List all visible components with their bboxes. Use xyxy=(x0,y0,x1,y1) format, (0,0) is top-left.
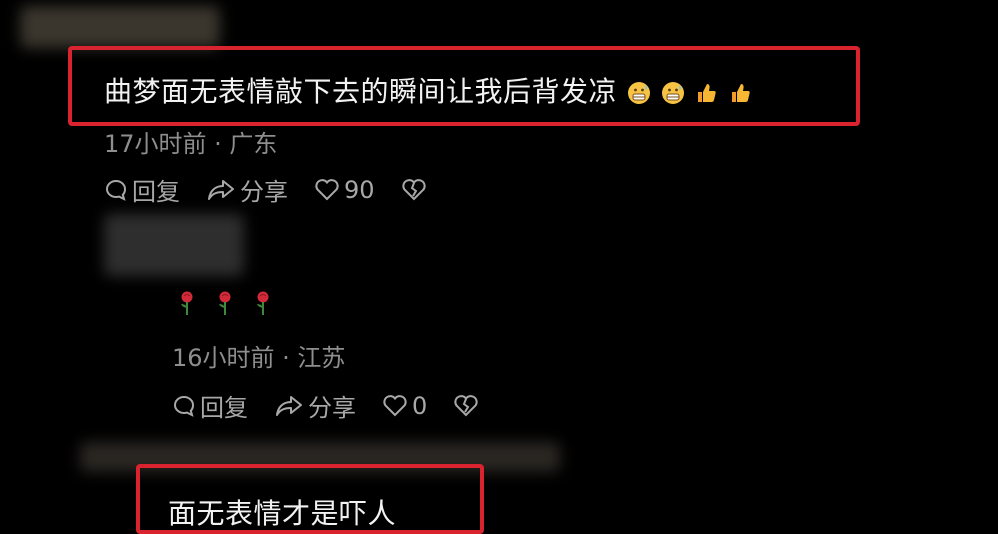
rose-emoji xyxy=(257,291,269,315)
reply-label: 回复 xyxy=(200,394,248,422)
reply-label: 回复 xyxy=(132,178,180,206)
comment-meta-2: 16小时前 · 江苏 xyxy=(172,344,346,372)
heart-icon xyxy=(315,178,339,200)
dislike-button[interactable] xyxy=(453,394,483,418)
share-button[interactable]: 分享 xyxy=(206,172,288,207)
speech-bubble-icon xyxy=(106,179,126,201)
broken-heart-icon xyxy=(454,394,478,416)
like-count: 90 xyxy=(344,175,375,204)
blurred-avatar-2 xyxy=(104,214,244,276)
share-arrow-icon xyxy=(276,395,302,416)
comment-meta-1: 17小时前 · 广东 xyxy=(104,130,278,158)
reply-button[interactable]: 回复 xyxy=(172,388,248,423)
broken-heart-icon xyxy=(401,178,426,200)
blurred-username-1 xyxy=(20,6,220,48)
comment-actions-2: 回复 分享 0 xyxy=(172,388,509,423)
like-count: 0 xyxy=(412,391,428,420)
like-button[interactable]: 0 xyxy=(382,392,427,420)
grimace-sweat-emoji xyxy=(628,82,651,104)
comment-actions-1: 回复 分享 90 xyxy=(104,172,457,207)
comment-body: 曲梦面无表情敲下去的瞬间让我后背发凉 xyxy=(104,75,618,108)
share-button[interactable]: 分享 xyxy=(274,388,356,423)
rose-emoji xyxy=(219,291,231,315)
comment-text-3: 面无表情才是吓人 xyxy=(168,497,397,530)
grimace-sweat-emoji xyxy=(662,82,685,104)
share-label: 分享 xyxy=(308,394,356,422)
rose-emoji xyxy=(181,291,193,315)
reply-button[interactable]: 回复 xyxy=(104,172,180,207)
thumbs-up-emoji xyxy=(732,84,750,102)
share-label: 分享 xyxy=(240,178,288,206)
dislike-button[interactable] xyxy=(401,178,431,202)
share-arrow-icon xyxy=(208,179,234,200)
speech-bubble-icon xyxy=(174,395,194,417)
heart-icon xyxy=(383,394,407,416)
thumbs-up-emoji xyxy=(698,84,716,102)
comment-text-1: 曲梦面无表情敲下去的瞬间让我后背发凉 xyxy=(104,70,753,110)
like-button[interactable]: 90 xyxy=(314,176,375,204)
